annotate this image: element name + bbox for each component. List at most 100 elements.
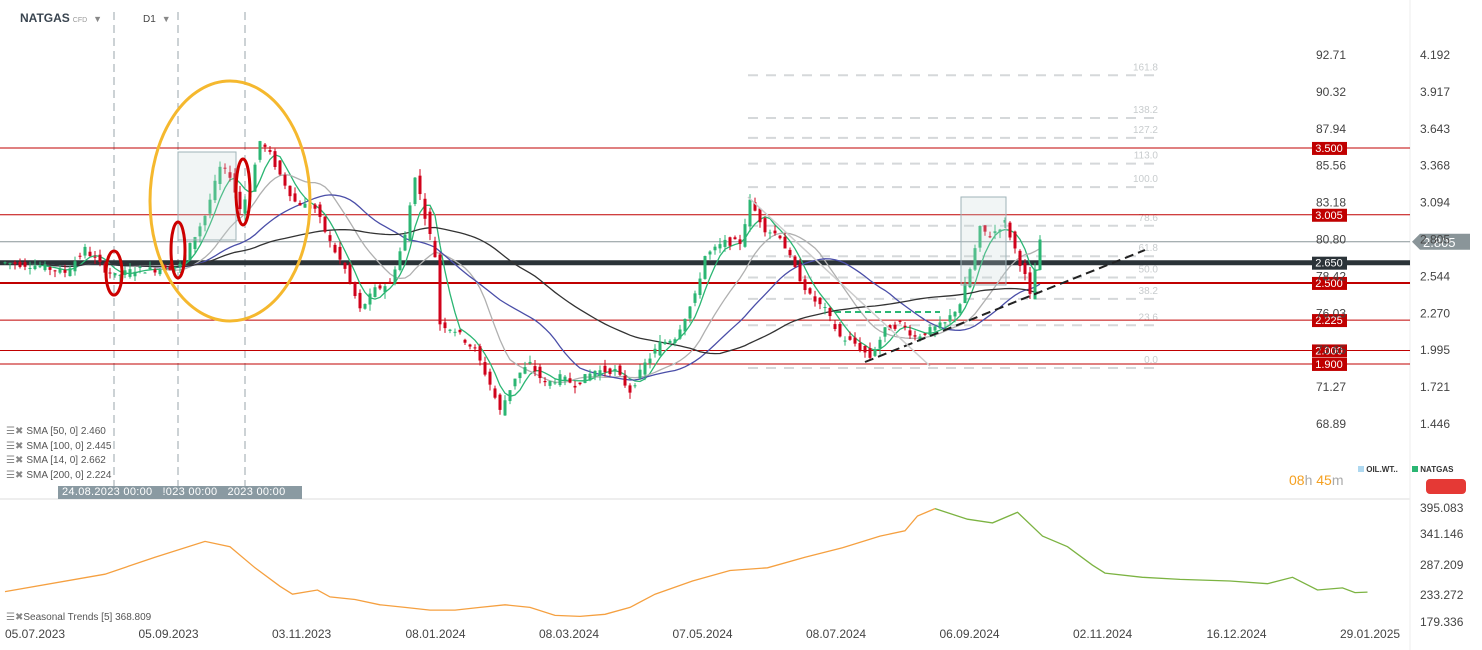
candle-body (18, 261, 22, 267)
candle-body (353, 282, 357, 296)
candle-body (48, 267, 52, 270)
legend-item-sma14[interactable]: ☰✖ SMA [14, 0] 2.662 (6, 454, 111, 469)
x-tick: 06.09.2024 (940, 627, 1000, 641)
candle-body (713, 246, 717, 251)
settings-icon[interactable]: ☰✖ (6, 426, 23, 437)
highlight-box (177, 151, 237, 241)
candle-body (613, 368, 617, 371)
legend-item-sma100[interactable]: ☰✖ SMA [100, 0] 2.445 (6, 440, 111, 455)
candle-body (963, 283, 967, 304)
price-chart[interactable]: 0.023.638.250.061.878.6100.0113.0127.213… (0, 0, 1482, 650)
candle-body (288, 185, 292, 197)
candle-body (873, 349, 877, 356)
settings-icon[interactable]: ☰✖ (6, 470, 23, 481)
candle-body (593, 370, 597, 377)
candle-body (188, 243, 192, 261)
seasonal-legend: ☰✖Seasonal Trends [5] 368.809 (6, 612, 151, 623)
settings-icon[interactable]: ☰✖ (6, 441, 23, 452)
candle-body (373, 287, 377, 297)
settings-icon[interactable]: ☰✖ (6, 455, 23, 466)
tab-label: NATGAS (1420, 465, 1454, 474)
candle-body (743, 224, 747, 247)
x-tick: 05.09.2023 (139, 627, 199, 641)
candle-body (803, 279, 807, 291)
timeframe-selector[interactable]: D1 ▼ (143, 14, 171, 25)
candle-body (338, 246, 342, 260)
candle-body (668, 340, 672, 343)
candle-body (83, 246, 87, 256)
candle-body (663, 341, 667, 345)
y-tick-left: 73.65 (1316, 343, 1346, 357)
candle-body (838, 324, 842, 337)
sma-50-line (4, 173, 1041, 384)
candle-body (853, 337, 857, 344)
candle-body (113, 273, 117, 276)
candle-body (533, 366, 537, 372)
candle-body (923, 333, 927, 335)
symbol-selector[interactable]: NATGAS CFD ▼ (20, 11, 102, 25)
candle-body (943, 322, 947, 324)
candle-body (38, 266, 42, 268)
candle-body (653, 348, 657, 354)
candle-body (503, 400, 507, 416)
legend-label: SMA [14, 0] 2.662 (26, 455, 106, 466)
sell-button[interactable] (1426, 479, 1466, 494)
settings-icon[interactable]: ☰✖ (6, 612, 23, 623)
symbol-type: CFD (72, 17, 88, 24)
candle-body (1023, 262, 1027, 275)
candle-body (408, 205, 412, 242)
candle-body (123, 270, 127, 275)
candle-body (468, 344, 472, 347)
candle-body (328, 235, 332, 241)
candle-body (528, 361, 532, 364)
candle-body (128, 269, 132, 277)
candle-body (548, 381, 552, 386)
candle-body (643, 362, 647, 375)
tab-label: OIL.WT.. (1366, 465, 1398, 474)
candle-body (428, 211, 432, 234)
fib-level-label: 113.0 (1134, 151, 1159, 162)
y-tick-left: 76.03 (1316, 306, 1346, 320)
candle-body (423, 198, 427, 219)
candle-body (698, 278, 702, 296)
candle-body (588, 373, 592, 381)
y-tick-left: 78.42 (1316, 269, 1346, 283)
candle-body (648, 358, 652, 364)
chevron-down-icon: ▼ (93, 14, 103, 24)
tab-natgas[interactable]: NATGAS (1412, 465, 1453, 474)
candle-body (343, 262, 347, 269)
candle-body (598, 370, 602, 376)
candle-body (938, 322, 942, 329)
candle-body (243, 199, 247, 214)
candle-body (723, 239, 727, 247)
fib-level-label: 138.2 (1133, 105, 1158, 116)
legend-item-sma200[interactable]: ☰✖ SMA [200, 0] 2.224 (6, 469, 111, 484)
timeframe-label: D1 (143, 14, 156, 25)
candle-body (478, 346, 482, 361)
candle-body (258, 141, 262, 160)
candle-body (283, 175, 287, 186)
candle-body (833, 324, 837, 329)
date-label: !023 00:00 (162, 486, 218, 498)
candle-body (748, 199, 752, 227)
legend-item-sma50[interactable]: ☰✖ SMA [50, 0] 2.460 (6, 425, 111, 440)
candle-body (618, 365, 622, 375)
y-tick-right: 2.544 (1420, 269, 1450, 283)
candle-body (883, 327, 887, 337)
candle-body (793, 256, 797, 267)
candle-body (928, 327, 932, 335)
candle-body (413, 177, 417, 205)
color-swatch (1412, 466, 1419, 472)
tab-oil[interactable]: OIL.WT.. (1358, 465, 1398, 474)
x-tick: 07.05.2024 (673, 627, 733, 641)
candle-body (903, 325, 907, 328)
candle-body (678, 329, 682, 339)
candle-body (278, 160, 282, 175)
candle-body (1008, 222, 1012, 238)
candle-body (453, 331, 457, 333)
candle-body (1018, 250, 1022, 266)
candle-body (153, 269, 157, 273)
candle-body (93, 256, 97, 258)
candle-body (383, 286, 387, 293)
date-label: 24.08.2023 00:00 (62, 486, 153, 498)
